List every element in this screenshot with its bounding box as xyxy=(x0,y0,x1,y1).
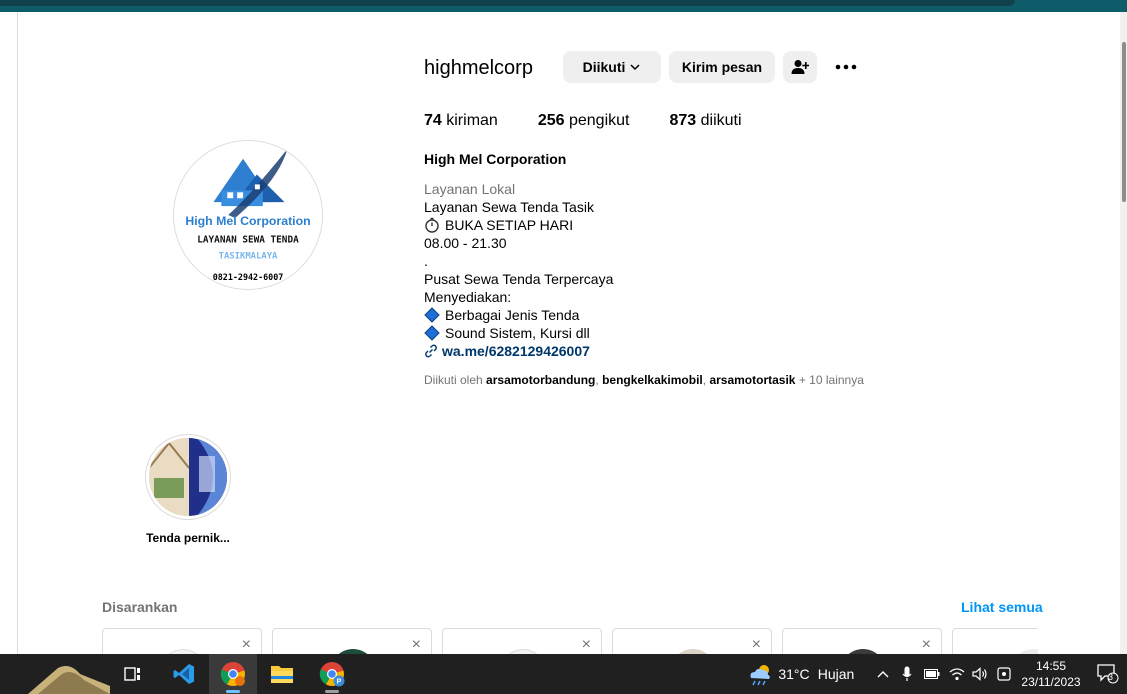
suggested-title: Disarankan xyxy=(102,599,178,615)
volume-button[interactable] xyxy=(969,654,991,694)
chevron-up-icon xyxy=(877,671,889,678)
desktop-wallpaper-thumbnail[interactable] xyxy=(28,654,110,694)
wifi-icon xyxy=(949,668,965,681)
bio-link[interactable]: wa.me/6282129426007 xyxy=(442,342,590,360)
weather-description[interactable]: Hujan xyxy=(815,654,857,694)
profile-full-name: High Mel Corporation xyxy=(424,151,567,167)
task-view-button[interactable] xyxy=(120,654,146,694)
vscode-icon xyxy=(173,664,194,684)
show-hidden-icons-button[interactable] xyxy=(874,654,892,694)
profile-bio: Layanan Lokal Layanan Sewa Tenda Tasik B… xyxy=(424,180,613,360)
suggested-card[interactable] xyxy=(952,628,1038,654)
browser-top-bar xyxy=(0,0,1127,12)
stopwatch-icon xyxy=(425,217,439,233)
add-person-icon xyxy=(791,60,809,74)
bio-line: Berbagai Jenis Tenda xyxy=(424,306,613,324)
windows-taskbar: P 31°C Hujan 14:55 23/11/2023 3 xyxy=(0,654,1127,694)
chrome-profile-taskbar-button[interactable]: P xyxy=(310,654,354,694)
blue-diamond-icon xyxy=(424,325,440,341)
see-all-link[interactable]: Lihat semua xyxy=(961,599,1043,615)
close-icon[interactable]: × xyxy=(922,637,931,653)
close-icon[interactable]: × xyxy=(582,637,591,653)
wifi-button[interactable] xyxy=(946,654,968,694)
followed-by-text[interactable]: Diikuti oleh arsamotorbandung, bengkelka… xyxy=(424,373,864,387)
send-message-label: Kirim pesan xyxy=(681,59,763,75)
notification-count: 3 xyxy=(1108,672,1114,682)
following-button-label: Diikuti xyxy=(582,59,626,75)
bio-link-row[interactable]: wa.me/6282129426007 xyxy=(424,342,613,360)
logo-city-text: TASIKMALAYA xyxy=(219,251,278,261)
clock-time: 14:55 xyxy=(1035,659,1067,673)
chrome-icon xyxy=(220,662,245,686)
send-message-button[interactable]: Kirim pesan xyxy=(669,51,775,83)
chevron-down-icon xyxy=(630,64,640,71)
suggested-card[interactable]: × xyxy=(102,628,262,654)
profile-category: Layanan Lokal xyxy=(424,181,516,197)
scrollbar[interactable] xyxy=(1120,12,1127,654)
link-icon xyxy=(425,344,437,358)
notifications-button[interactable]: 3 xyxy=(1094,654,1122,694)
rain-cloud-icon xyxy=(750,665,770,686)
logo-subtitle-text: LAYANAN SEWA TENDA xyxy=(197,235,299,246)
blue-diamond-icon xyxy=(424,307,440,323)
open-indicator xyxy=(325,690,339,693)
followers-stat[interactable]: 256 pengikut xyxy=(538,112,630,130)
suggest-users-button[interactable] xyxy=(783,51,817,83)
suggested-card[interactable]: × xyxy=(272,628,432,654)
suggested-card[interactable]: × xyxy=(442,628,602,654)
close-icon[interactable]: × xyxy=(242,637,251,653)
logo-phone-text: 0821-2942-6007 xyxy=(213,272,284,282)
microphone-icon xyxy=(902,666,912,681)
battery-icon xyxy=(924,669,940,679)
speaker-icon xyxy=(972,667,987,681)
more-options-button[interactable] xyxy=(830,56,862,78)
company-logo: High Mel Corporation LAYANAN SEWA TENDA … xyxy=(174,141,322,289)
bio-line: BUKA SETIAP HARI xyxy=(424,216,613,234)
landscape-icon xyxy=(28,666,110,694)
active-indicator xyxy=(226,690,240,693)
story-highlight[interactable] xyxy=(145,434,231,520)
logo-title-text: High Mel Corporation xyxy=(185,214,310,228)
following-stat[interactable]: 873 diikuti xyxy=(669,112,741,130)
suggested-card[interactable]: × xyxy=(612,628,772,654)
chrome-taskbar-button[interactable] xyxy=(209,654,257,694)
bio-line: Sound Sistem, Kursi dll xyxy=(424,324,613,342)
screen-share-button[interactable] xyxy=(994,654,1014,694)
vscode-taskbar-button[interactable] xyxy=(164,654,204,694)
page-left-border xyxy=(17,12,18,654)
svg-text:P: P xyxy=(337,679,342,686)
file-explorer-taskbar-button[interactable] xyxy=(262,654,302,694)
weather-widget-icon[interactable] xyxy=(745,654,775,694)
scrollbar-thumb[interactable] xyxy=(1122,42,1126,202)
battery-button[interactable] xyxy=(922,654,942,694)
suggested-card[interactable]: × xyxy=(782,628,942,654)
system-clock[interactable]: 14:55 23/11/2023 xyxy=(1018,658,1084,690)
highlight-thumbnail xyxy=(149,438,227,516)
weather-temperature[interactable]: 31°C xyxy=(777,654,811,694)
following-button[interactable]: Diikuti xyxy=(563,51,661,83)
posts-stat: 74 kiriman xyxy=(424,112,498,129)
highlight-label[interactable]: Tenda pernik... xyxy=(146,531,230,545)
bio-line: Layanan Sewa Tenda Tasik xyxy=(424,199,594,215)
bio-line: . xyxy=(424,253,428,269)
close-icon[interactable]: × xyxy=(752,637,761,653)
bio-line: 08.00 - 21.30 xyxy=(424,235,507,251)
clock-date: 23/11/2023 xyxy=(1021,675,1081,689)
microphone-button[interactable] xyxy=(898,654,916,694)
display-icon xyxy=(997,667,1011,681)
folder-icon xyxy=(271,666,293,683)
chrome-profile-icon: P xyxy=(319,662,345,687)
profile-username: highmelcorp xyxy=(424,57,533,79)
suggested-cards: × × × × × xyxy=(102,628,1038,654)
bio-line: Menyediakan: xyxy=(424,289,512,305)
profile-avatar[interactable]: High Mel Corporation LAYANAN SEWA TENDA … xyxy=(173,140,323,290)
bio-line: Pusat Sewa Tenda Terpercaya xyxy=(424,271,614,287)
profile-stats: 74 kiriman 256 pengikut 873 diikuti xyxy=(424,112,782,130)
task-view-icon xyxy=(124,667,140,681)
close-icon[interactable]: × xyxy=(412,637,421,653)
more-dots-icon xyxy=(835,64,857,70)
